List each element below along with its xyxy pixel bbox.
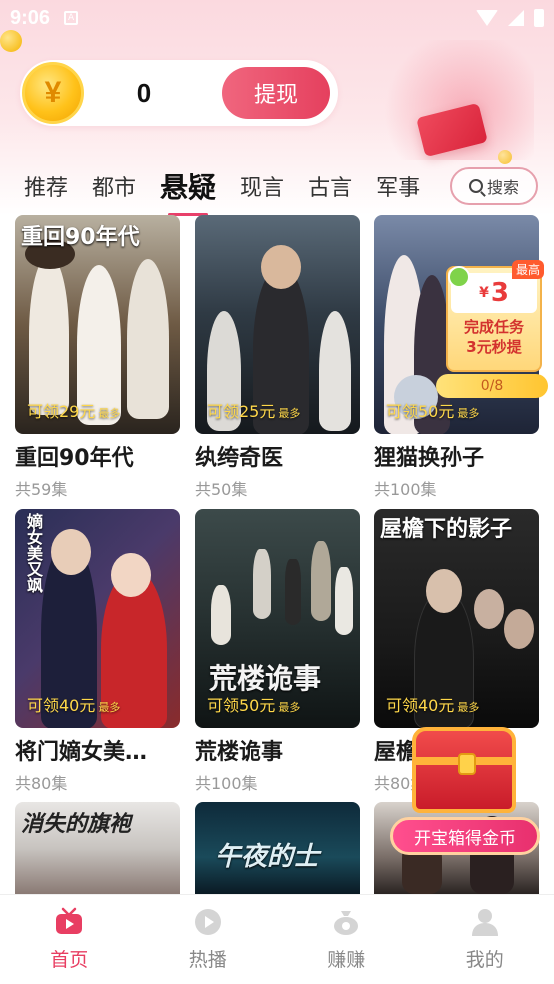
task-tag: 最高 (511, 260, 544, 279)
coin-icon: ¥ (22, 62, 84, 124)
clock-icon (448, 266, 470, 288)
money-bag-icon (334, 911, 359, 935)
drama-title: 纨绔奇医 (195, 446, 284, 471)
reward-label: 可领40元 最多 (27, 696, 121, 715)
play-icon (194, 909, 221, 935)
signal-icon (508, 10, 524, 26)
poster-image: 重回90年代 可领29元 最多 (15, 215, 180, 434)
nav-earn[interactable]: 赚赚 (277, 895, 416, 984)
task-reward-badge[interactable]: 最高 ¥3 完成任务 3元秒提 (446, 260, 544, 372)
status-icons (476, 9, 544, 27)
drama-card[interactable]: 可领25元 最多 纨绔奇医 共50集 (195, 215, 360, 500)
nav-label: 赚赚 (327, 949, 366, 971)
tab-ancient-romance[interactable]: 古言 (308, 170, 352, 202)
category-tabs: 推荐 都市 悬疑 现言 古言 军事 搜索 (0, 160, 554, 216)
drama-card[interactable]: 重回90年代 可领29元 最多 重回90年代 共59集 (15, 215, 180, 500)
nav-label: 首页 (50, 949, 89, 971)
open-treasure-button[interactable]: 开宝箱得金币 (390, 817, 540, 855)
poster-image: 屋檐下的影子 可领40元 最多 (374, 509, 539, 728)
episode-count: 共100集 (374, 480, 437, 499)
nav-label: 热播 (188, 949, 227, 971)
search-button[interactable]: 搜索 (450, 167, 538, 205)
tab-urban[interactable]: 都市 (92, 170, 136, 202)
episode-count: 共80集 (15, 774, 68, 793)
nav-home[interactable]: 首页 (0, 895, 139, 984)
reward-label: 可领40元 最多 (386, 696, 480, 715)
reward-label: 可领29元 最多 (27, 402, 121, 421)
status-bar: 9:06 A (0, 0, 554, 36)
wifi-icon (476, 10, 498, 26)
poster-image: 消失的旗袍 (15, 802, 180, 894)
drama-card[interactable]: 午夜的士 (195, 802, 360, 894)
drama-card[interactable]: 嫡女美又飒 可领40元 最多 将门嫡女美… 共80集 (15, 509, 180, 794)
drama-card[interactable]: 荒楼诡事 可领50元 最多 荒楼诡事 共100集 (195, 509, 360, 794)
drama-card[interactable]: 消失的旗袍 (15, 802, 180, 894)
status-time: 9:06 (10, 6, 51, 29)
tab-modern-romance[interactable]: 现言 (240, 170, 284, 202)
drama-title: 将门嫡女美… (15, 740, 148, 765)
tab-suspense[interactable]: 悬疑 (160, 166, 216, 216)
tv-icon (56, 907, 83, 934)
nav-trending[interactable]: 热播 (139, 895, 278, 984)
search-label: 搜索 (486, 178, 519, 197)
tab-military[interactable]: 军事 (376, 170, 420, 202)
poster-image: 可领25元 最多 (195, 215, 360, 434)
episode-count: 共100集 (195, 774, 258, 793)
nav-label: 我的 (465, 949, 504, 971)
task-progress: 0/8 (436, 374, 548, 398)
poster-image: 嫡女美又飒 可领40元 最多 (15, 509, 180, 728)
poster-image: 荒楼诡事 可领50元 最多 (195, 509, 360, 728)
drama-title: 荒楼诡事 (195, 740, 284, 765)
poster-title: 荒楼诡事 (209, 662, 322, 695)
coin-balance: 0 (136, 77, 152, 108)
episode-count: 共59集 (15, 480, 68, 499)
poster-title: 午夜的士 (215, 842, 320, 872)
poster-title: 屋檐下的影子 (380, 517, 513, 542)
notification-icon: A (64, 11, 79, 25)
battery-icon (534, 9, 544, 27)
task-text: 完成任务 3元秒提 (463, 318, 524, 356)
poster-image: 午夜的士 (195, 802, 360, 894)
wallet-pill: ¥ 0 提现 (20, 60, 338, 126)
bottom-navigation: 首页 热播 赚赚 我的 (0, 894, 554, 984)
reward-label: 可领50元 最多 (207, 696, 301, 715)
tab-recommend[interactable]: 推荐 (24, 170, 68, 202)
drama-title: 狸猫换孙子 (374, 446, 485, 471)
reward-label: 可领25元 最多 (207, 402, 301, 421)
treasure-chest-icon[interactable] (412, 727, 516, 813)
nav-profile[interactable]: 我的 (416, 895, 554, 984)
withdraw-button[interactable]: 提现 (222, 67, 330, 119)
search-icon (468, 179, 483, 193)
episode-count: 共50集 (195, 480, 248, 499)
lock-icon (458, 753, 476, 775)
poster-title: 嫡女美又飒 (24, 513, 43, 593)
reward-label: 可领50元 最多 (386, 402, 480, 421)
poster-title: 消失的旗袍 (21, 812, 132, 837)
poster-title: 重回90年代 (21, 225, 140, 250)
user-icon (471, 909, 498, 936)
drama-title: 重回90年代 (15, 446, 134, 471)
